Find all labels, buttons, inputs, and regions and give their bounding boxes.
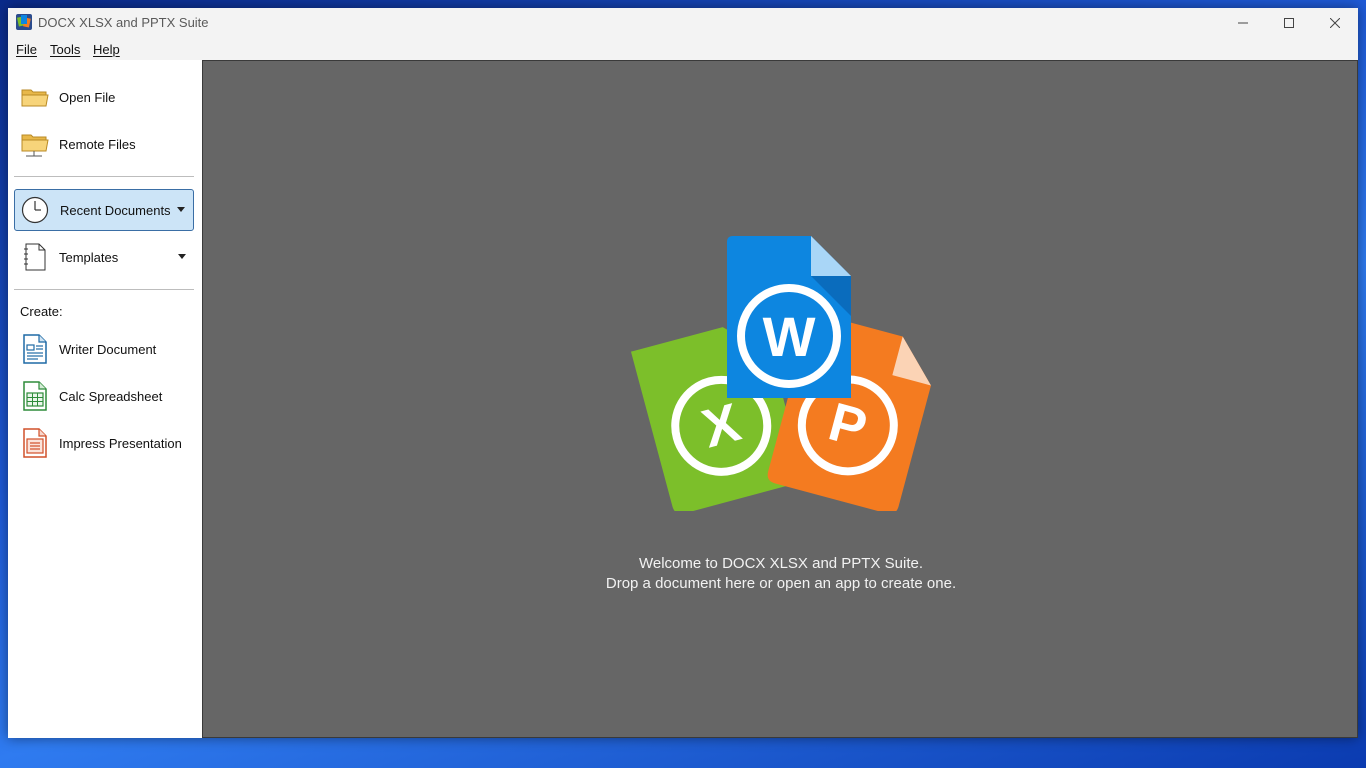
app-icon — [16, 14, 32, 30]
create-heading: Create: — [20, 304, 63, 319]
writer-document-button[interactable]: Writer Document — [14, 329, 194, 369]
impress-icon — [23, 428, 47, 458]
close-button[interactable] — [1312, 8, 1358, 38]
menu-file[interactable]: File — [16, 42, 37, 57]
app-window: DOCX XLSX and PPTX Suite File Tools Help… — [8, 8, 1358, 738]
welcome-line-2: Drop a document here or open an app to c… — [605, 575, 957, 592]
templates-label: Templates — [59, 250, 119, 265]
open-file-button[interactable]: Open File — [14, 77, 194, 117]
start-center-sidebar: Open File Remote Files Recent Documents — [8, 60, 202, 738]
clock-icon — [21, 196, 49, 224]
open-file-label: Open File — [59, 90, 116, 105]
welcome-message: Welcome to DOCX XLSX and PPTX Suite. Dro… — [203, 554, 1359, 594]
calc-spreadsheet-label: Calc Spreadsheet — [59, 389, 163, 404]
writer-document-label: Writer Document — [59, 342, 157, 357]
recent-documents-button[interactable]: Recent Documents — [14, 189, 194, 231]
folder-icon — [21, 89, 49, 107]
welcome-line-1: Welcome to DOCX XLSX and PPTX Suite. — [638, 555, 923, 572]
minimize-button[interactable] — [1220, 8, 1266, 38]
title-bar[interactable]: DOCX XLSX and PPTX Suite — [8, 8, 1358, 38]
chevron-down-icon[interactable] — [178, 254, 186, 259]
recent-documents-label: Recent Documents — [60, 203, 171, 218]
close-icon — [1330, 18, 1340, 28]
sidebar-separator — [14, 289, 194, 290]
calc-icon — [23, 381, 47, 411]
maximize-button[interactable] — [1266, 8, 1312, 38]
minimize-icon — [1238, 22, 1248, 24]
menu-bar: File Tools Help — [8, 38, 1358, 60]
template-icon — [24, 243, 46, 271]
suite-logo: X P W — [630, 236, 931, 511]
drop-area[interactable]: X P W Welcome to DOCX XLSX and PPTX Suit… — [202, 60, 1358, 738]
remote-folder-icon — [21, 134, 49, 157]
chevron-down-icon[interactable] — [177, 207, 185, 212]
calc-spreadsheet-button[interactable]: Calc Spreadsheet — [14, 376, 194, 416]
writer-icon — [23, 334, 47, 364]
impress-presentation-button[interactable]: Impress Presentation — [14, 423, 194, 463]
remote-files-label: Remote Files — [59, 137, 136, 152]
window-title: DOCX XLSX and PPTX Suite — [38, 15, 209, 30]
logo-letter-w: W — [763, 305, 816, 368]
remote-files-button[interactable]: Remote Files — [14, 124, 194, 164]
sidebar-separator — [14, 176, 194, 177]
menu-tools[interactable]: Tools — [50, 42, 80, 57]
templates-button[interactable]: Templates — [14, 237, 194, 277]
maximize-icon — [1284, 18, 1294, 28]
impress-presentation-label: Impress Presentation — [59, 436, 182, 451]
menu-help[interactable]: Help — [93, 42, 120, 57]
